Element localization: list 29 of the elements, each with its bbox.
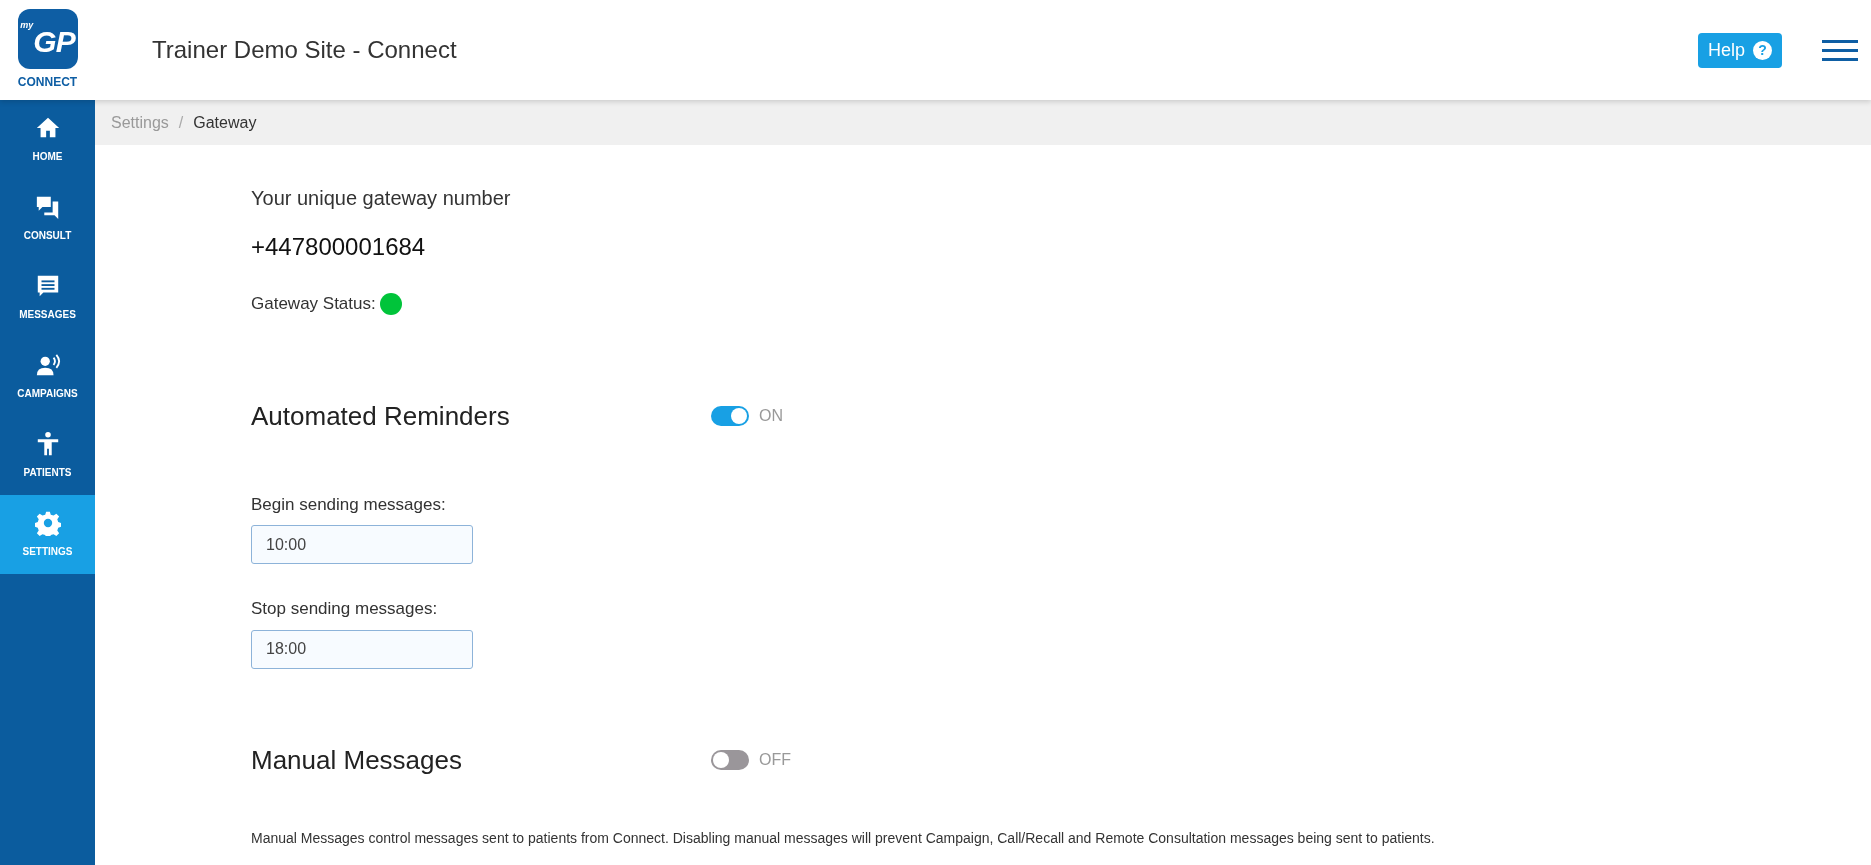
gateway-number: +447800001684 bbox=[251, 232, 427, 262]
time-field[interactable]: 18:00 bbox=[251, 629, 473, 669]
toggle-switch[interactable] bbox=[711, 750, 749, 770]
toggle-state: ON bbox=[759, 406, 783, 426]
settings-icon bbox=[34, 510, 61, 536]
time-field[interactable]: 10:00 bbox=[251, 525, 473, 564]
menu-icon[interactable] bbox=[1822, 38, 1858, 62]
field-label: Begin sending messages: bbox=[251, 493, 447, 516]
breadcrumb-separator: / bbox=[178, 112, 184, 133]
section-heading: Your unique gateway number bbox=[251, 186, 512, 211]
sidebar-item[interactable]: CONSULT bbox=[0, 179, 95, 258]
toggle-state: OFF bbox=[759, 750, 791, 770]
person-broadcast-icon bbox=[34, 352, 61, 378]
toggle-switch[interactable] bbox=[711, 406, 749, 426]
section-title: Automated Reminders bbox=[251, 399, 511, 433]
field-label: Stop sending messages: bbox=[251, 598, 439, 620]
sidebar-item[interactable]: PATIENTS bbox=[0, 416, 95, 495]
sidebar-item[interactable]: MESSAGES bbox=[0, 258, 95, 337]
site-title: Trainer Demo Site - Connect bbox=[152, 35, 457, 65]
sidebar-item[interactable]: CAMPAIGNS bbox=[0, 337, 95, 416]
section-title: Manual Messages bbox=[251, 743, 463, 777]
logo-caption: CONNECT bbox=[17, 74, 78, 91]
breadcrumb-current: Gateway bbox=[193, 112, 257, 133]
status-label: Gateway Status: bbox=[251, 293, 376, 315]
logo-mark: GP bbox=[33, 27, 75, 57]
chat-icon bbox=[34, 194, 61, 220]
sidebar-item[interactable]: HOME bbox=[0, 100, 95, 179]
info-text: Manual Messages control messages sent to patients from Connect. Disabling manual messages will prevent Campaign, Call/Recall and Remote Consultation messages being sent to patients. bbox=[251, 828, 1436, 848]
logo-prefix: my bbox=[20, 21, 34, 30]
